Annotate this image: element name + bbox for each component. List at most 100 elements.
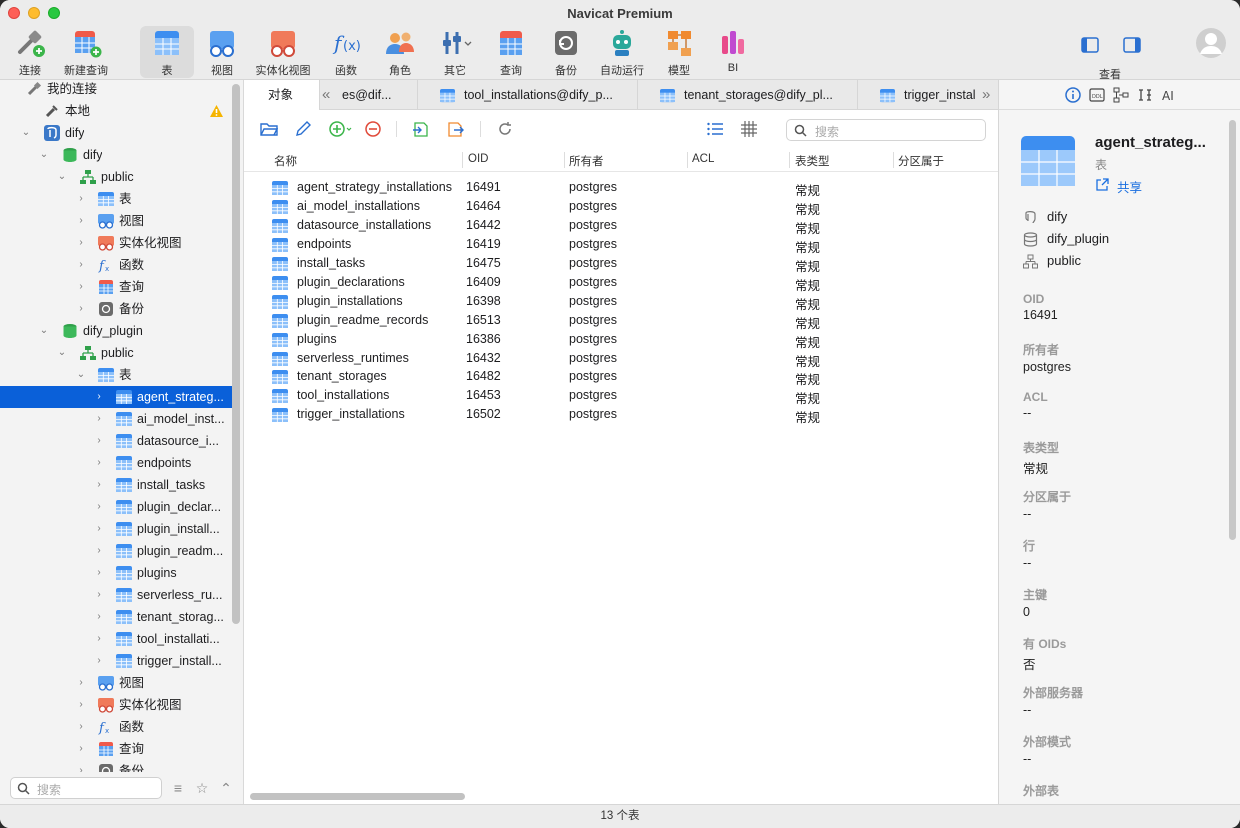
tree-node-materialized-views-folder[interactable]: › 实体化视图 [0,694,232,716]
chevron-right-icon[interactable]: › [93,408,105,430]
info-icon[interactable] [1065,87,1081,103]
chevron-right-icon[interactable]: › [75,298,87,320]
column-divider[interactable] [462,152,463,168]
ai-icon[interactable]: AI [1161,87,1177,103]
chevron-down-icon[interactable]: ⌄ [56,166,68,188]
toolbar-new-query-button[interactable]: 新建查询 [60,26,112,78]
column-divider[interactable] [687,152,688,168]
chevron-right-icon[interactable]: › [75,716,87,738]
list-horizontal-scrollbar[interactable] [250,793,465,800]
tree-node-table[interactable]: › trigger_install... [0,650,232,672]
open-folder-icon[interactable] [260,120,278,138]
table-row[interactable]: install_tasks 16475 postgres 常规 [244,254,998,274]
dependency-icon[interactable] [1113,87,1129,103]
column-divider[interactable] [789,152,790,168]
chevron-right-icon[interactable]: › [93,562,105,584]
tree-node-dify-database[interactable]: ⌄ dify [0,144,232,166]
tree-node-dify-public-schema[interactable]: ⌄ public [0,166,232,188]
right-panel-toggle-icon[interactable] [1123,37,1141,53]
add-icon[interactable] [328,120,352,138]
toolbar-role-button[interactable]: 角色 [378,26,422,78]
tree-node-table[interactable]: › tenant_storag... [0,606,232,628]
chevron-right-icon[interactable]: › [93,518,105,540]
toolbar-view-button[interactable]: 视图 [200,26,244,78]
chevron-right-icon[interactable]: › [93,430,105,452]
chevron-down-icon[interactable]: ⌄ [20,122,32,144]
table-row[interactable]: plugins 16386 postgres 常规 [244,330,998,350]
chevron-right-icon[interactable]: › [75,672,87,694]
column-header-partition-of[interactable]: 分区属于 [898,153,944,169]
toolbar-materialized-view-button[interactable]: 实体化视图 [252,26,314,78]
chevron-down-icon[interactable]: ⌄ [56,342,68,364]
chevron-right-icon[interactable]: › [93,386,105,408]
delete-icon[interactable] [364,120,382,138]
chevron-right-icon[interactable]: › [93,540,105,562]
tab-trigger-installations[interactable]: trigger_instal [858,80,982,110]
chevron-right-double-icon[interactable]: » [982,80,990,110]
tree-node-local[interactable]: 本地 [0,100,232,122]
tree-node-functions-folder[interactable]: › fx 函数 [0,254,232,276]
chevron-right-icon[interactable]: › [93,496,105,518]
table-row[interactable]: plugin_readme_records 16513 postgres 常规 [244,311,998,331]
table-row[interactable]: trigger_installations 16502 postgres 常规 [244,405,998,425]
tree-node-dify-plugin-database[interactable]: ⌄ dify_plugin [0,320,232,342]
toolbar-bi-button[interactable]: BI [712,26,754,78]
chevron-right-icon[interactable]: › [75,232,87,254]
tree-node-dify-plugin-public-schema[interactable]: ⌄ public [0,342,232,364]
tree-node-table[interactable]: › datasource_i... [0,430,232,452]
chevron-right-icon[interactable]: › [75,188,87,210]
column-header-name[interactable]: 名称 [274,153,297,169]
column-header-owner[interactable]: 所有者 [569,153,604,169]
table-row[interactable]: tenant_storages 16482 postgres 常规 [244,367,998,387]
tree-node-backups-folder[interactable]: › 备份 [0,298,232,320]
toolbar-function-button[interactable]: f (x) 函数 [324,26,368,78]
chevron-right-icon[interactable]: › [93,452,105,474]
tree-node-views-folder[interactable]: › 视图 [0,210,232,232]
toolbar-automation-button[interactable]: 自动运行 [596,26,648,78]
table-row[interactable]: ai_model_installations 16464 postgres 常规 [244,197,998,217]
table-row[interactable]: plugin_installations 16398 postgres 常规 [244,292,998,312]
toolbar-query-button[interactable]: 查询 [490,26,532,78]
edit-pencil-icon[interactable] [294,120,312,138]
tree-node-table[interactable]: › plugins [0,562,232,584]
tree-node-queries-folder[interactable]: › 查询 [0,276,232,298]
column-header-table-type[interactable]: 表类型 [795,153,830,169]
column-header-oid[interactable]: OID [468,153,488,165]
export-icon[interactable] [446,120,464,138]
table-row[interactable]: plugin_declarations 16409 postgres 常规 [244,273,998,293]
toolbar-backup-button[interactable]: 备份 [546,26,586,78]
tree-node-table[interactable]: › plugin_readm... [0,540,232,562]
tree-node-tables-folder[interactable]: ⌄ 表 [0,364,232,386]
table-row[interactable]: tool_installations 16453 postgres 常规 [244,386,998,406]
column-divider[interactable] [893,152,894,168]
chevron-down-icon[interactable]: ⌄ [38,144,50,166]
tree-node-views-folder[interactable]: › 视图 [0,672,232,694]
tree-node-table[interactable]: › plugin_declar... [0,496,232,518]
tree-node-table[interactable]: › plugin_install... [0,518,232,540]
toolbar-model-button[interactable]: 模型 [658,26,700,78]
tree-node-dify-connection[interactable]: ⌄ dify [0,122,232,144]
tab-tenant-storages[interactable]: tenant_storages@dify_pl... [638,80,858,110]
chevron-right-icon[interactable]: › [75,760,87,772]
star-icon[interactable]: ☆ [194,780,210,796]
tree-node-functions-folder[interactable]: › fx 函数 [0,716,232,738]
ddl-icon[interactable]: DDL [1089,87,1105,103]
info-panel-scrollbar[interactable] [1229,120,1236,540]
sidebar-search-input[interactable]: 搜索 [10,777,162,799]
tree-node-my-connections[interactable]: 我的连接 [0,80,232,100]
tree-node-backups-folder[interactable]: › 备份 [0,760,232,772]
filter-icon[interactable]: ≡ [170,780,186,796]
chevron-left-double-icon[interactable]: « [322,80,330,110]
toolbar-connect-button[interactable]: 连接 [10,26,50,78]
table-row[interactable]: agent_strategy_installations 16491 postg… [244,178,998,198]
tree-node-table[interactable]: › tool_installati... [0,628,232,650]
tree-node-table-agent-strategy[interactable]: › agent_strateg... [0,386,232,408]
tab-query[interactable]: es@dif... [338,80,418,110]
toolbar-other-button[interactable]: 其它 [432,26,478,78]
chevron-down-icon[interactable]: ⌄ [38,320,50,342]
collapse-all-icon[interactable]: ⌃ [218,780,234,796]
chevron-right-icon[interactable]: › [93,650,105,672]
chevron-right-icon[interactable]: › [75,254,87,276]
tree-node-tables-folder[interactable]: › 表 [0,188,232,210]
chevron-right-icon[interactable]: › [75,738,87,760]
